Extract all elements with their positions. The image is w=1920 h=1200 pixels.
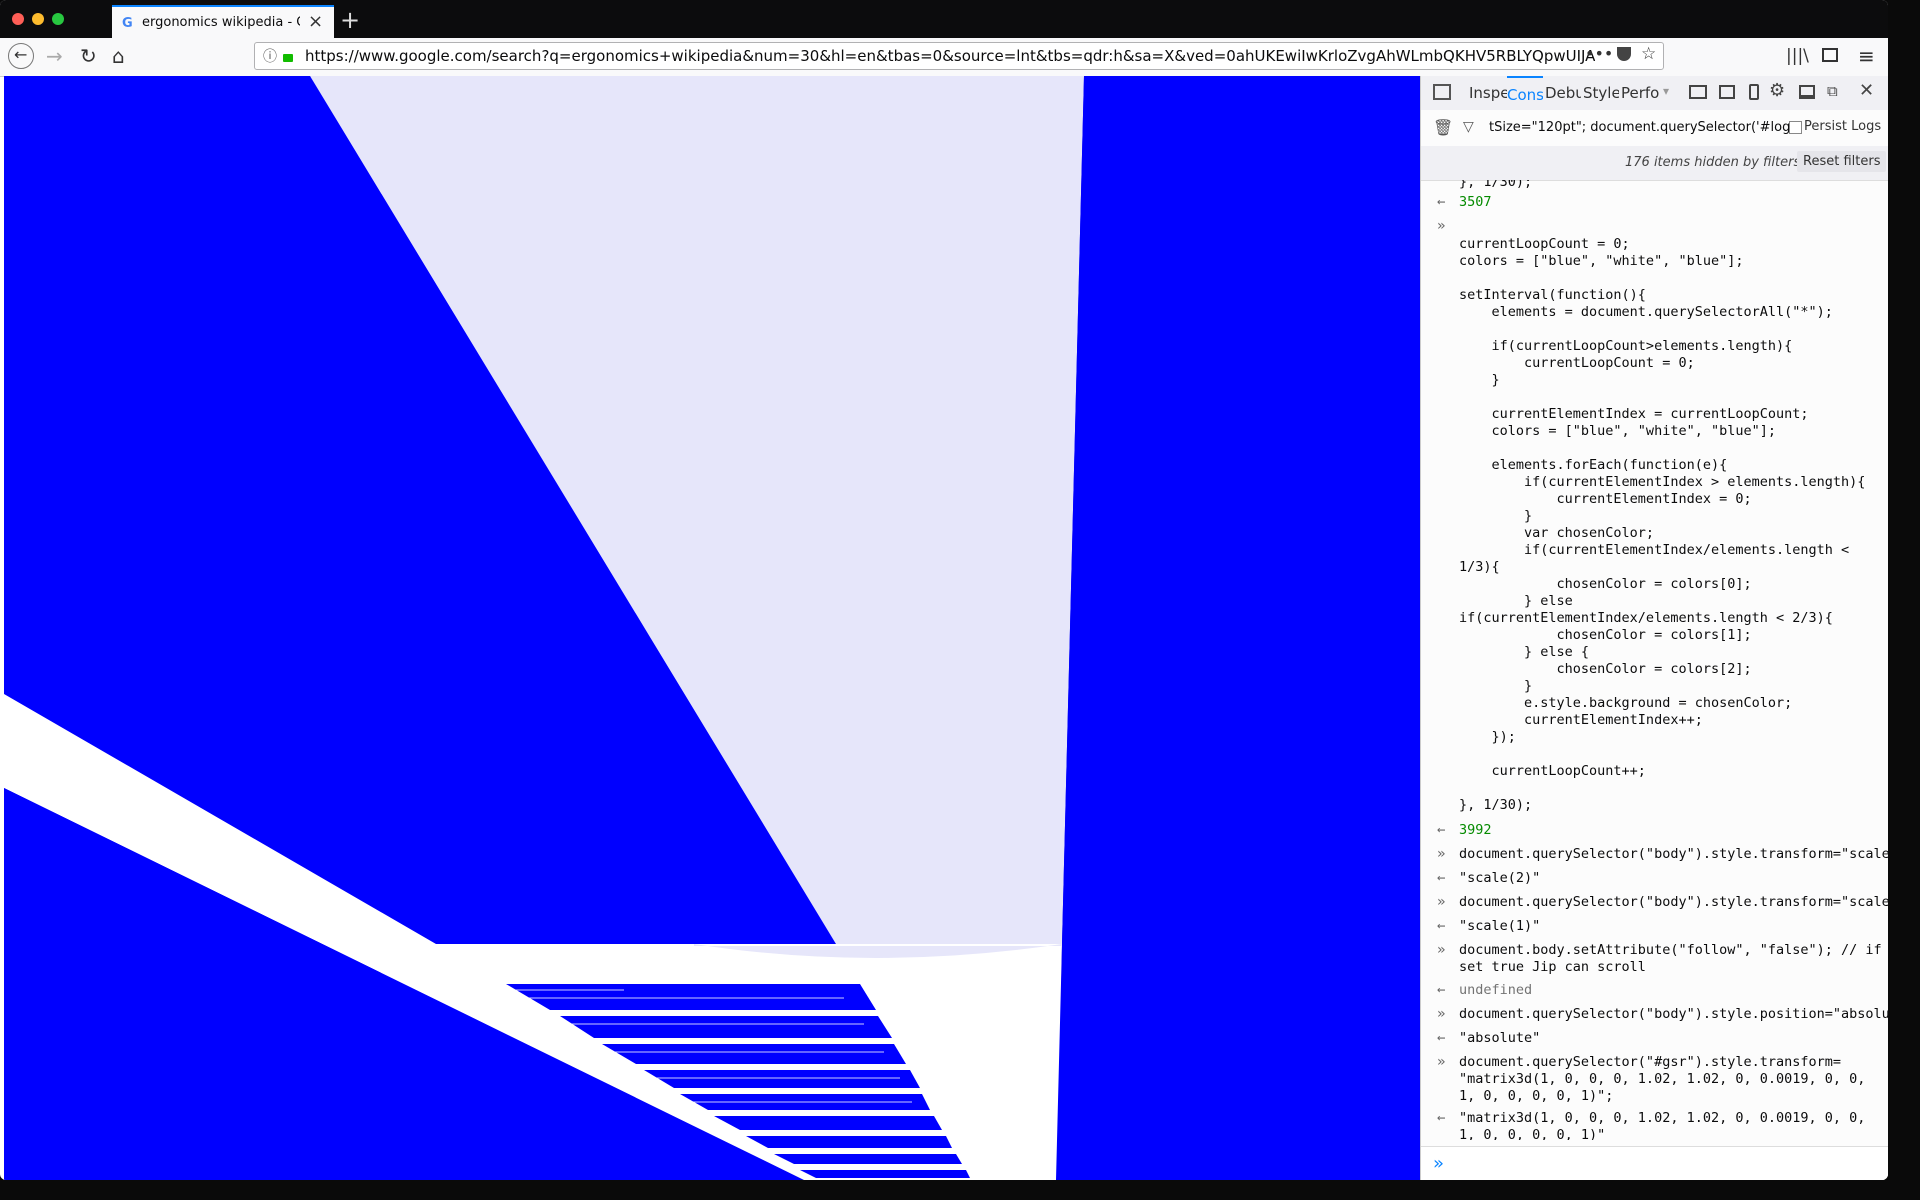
page-content [4,76,1420,1180]
bookmark-star-icon[interactable]: ☆ [1641,44,1656,64]
console-text: document.querySelector("body").style.pos… [1459,1006,1888,1022]
devtools-toolbar: Inspe Cons Debu Style Perfo ▾ ⚙ ⧉ ✕ [1421,76,1888,111]
right-blue-column [1056,76,1420,1180]
url-bar[interactable]: ⓘ https://www.google.com/search?q=ergono… [254,42,1664,70]
browser-window: G ergonomics wikipedia - Google × + ← → … [0,0,1888,1180]
google-favicon-icon: G [122,16,133,31]
tab-strip: G ergonomics wikipedia - Google × + [0,0,1888,38]
result-arrow-icon: ← [1437,1030,1446,1046]
persist-logs-label: Persist Logs [1804,119,1882,134]
url-text[interactable]: https://www.google.com/search?q=ergonomi… [305,47,1595,65]
tabs-overflow-chevron-icon[interactable]: ▾ [1663,84,1669,98]
clear-console-trash-icon[interactable]: 🗑 [1433,118,1453,137]
input-chevron-icon: » [1437,942,1446,958]
tab-performance[interactable]: Perfo [1621,84,1659,102]
tab-debugger[interactable]: Debu [1545,84,1581,102]
input-chevron-icon: » [1437,846,1446,862]
home-icon[interactable]: ⌂ [112,44,125,68]
console-text: document.querySelector("#gsr").style.tra… [1459,1054,1866,1104]
tab-style-editor[interactable]: Style [1583,84,1619,102]
back-icon: ← [14,45,28,64]
sidebar-icon[interactable] [1822,48,1838,62]
lock-icon [283,54,293,62]
tab-console[interactable]: Cons [1507,76,1543,104]
hidden-items-bar: 176 items hidden by filters Reset filter… [1421,146,1888,181]
minimize-window-icon[interactable] [32,13,44,25]
console-code-block: currentLoopCount = 0; colors = ["blue", … [1459,236,1866,813]
navigation-toolbar: ← → ↻ ⌂ ⓘ https://www.google.com/search?… [0,38,1888,77]
console-text: document.querySelector("body").style.tra… [1459,846,1888,862]
console-text: "scale(1)" [1459,918,1541,934]
menu-icon[interactable]: ≡ [1858,44,1875,68]
result-arrow-icon: ← [1437,982,1446,998]
new-tab-icon[interactable]: + [340,6,360,34]
desktop-background [0,1180,1920,1200]
close-window-icon[interactable] [12,13,24,25]
persist-logs-checkbox[interactable] [1789,121,1802,134]
console-output: }, 1/30); ← 3507 » currentLoopCount = 0;… [1421,180,1888,1140]
close-tab-icon[interactable]: × [308,11,323,32]
input-chevron-icon: » [1437,218,1446,234]
input-chevron-icon: » [1437,894,1446,910]
frame-select-icon[interactable] [1719,85,1735,99]
tab-google-search[interactable]: G ergonomics wikipedia - Google × [112,5,334,38]
zoom-window-icon[interactable] [52,13,64,25]
prompt-chevron-icon: » [1433,1153,1445,1174]
dock-bottom-icon[interactable] [1799,85,1815,99]
reset-filters-button[interactable]: Reset filters [1797,151,1887,172]
console-text: "absolute" [1459,1030,1541,1046]
tab-title: ergonomics wikipedia - Google [142,15,300,30]
input-chevron-icon: » [1437,1006,1446,1022]
result-arrow-icon: ← [1437,918,1446,934]
result-arrow-icon: ← [1437,822,1446,838]
console-text: "scale(2)" [1459,870,1541,886]
close-devtools-icon[interactable]: ✕ [1859,80,1874,101]
library-icon[interactable]: |||\ [1786,46,1809,66]
result-arrow-icon: ← [1437,194,1446,210]
reload-icon[interactable]: ↻ [80,44,97,68]
devtools-panel: Inspe Cons Debu Style Perfo ▾ ⚙ ⧉ ✕ 🗑 ▽ … [1420,76,1888,1180]
layout-icon[interactable] [1689,85,1707,99]
forward-icon[interactable]: → [46,44,63,68]
separate-window-icon[interactable]: ⧉ [1827,82,1838,100]
console-text: 3507 [1459,194,1492,210]
input-chevron-icon: » [1437,1054,1446,1070]
responsive-design-icon[interactable] [1749,84,1759,100]
back-button[interactable]: ← [8,43,34,69]
result-arrow-icon: ← [1437,870,1446,886]
console-text: document.body.setAttribute("follow", "fa… [1459,942,1882,975]
console-text: 3992 [1459,822,1492,838]
console-text: undefined [1459,982,1533,998]
pocket-icon[interactable] [1617,47,1631,61]
settings-gear-icon[interactable]: ⚙ [1769,80,1785,101]
console-text: }, 1/30); [1459,180,1533,190]
result-arrow-icon: ← [1437,1110,1446,1126]
element-picker-icon[interactable] [1433,84,1451,100]
console-filter-bar: 🗑 ▽ tSize="120pt"; document.querySelecto… [1421,110,1888,147]
background-window-edge [1888,0,1920,1200]
more-icon[interactable]: ••• [1585,44,1613,63]
filter-funnel-icon: ▽ [1463,119,1474,135]
hidden-items-count: 176 items hidden by filters [1625,155,1801,170]
console-input-line[interactable]: » [1421,1146,1888,1180]
console-text: "matrix3d(1, 0, 0, 0, 1.02, 1.02, 0, 0.0… [1459,1110,1866,1140]
distorted-page-render [4,76,1420,1180]
info-icon[interactable]: ⓘ [263,46,277,66]
tab-inspector[interactable]: Inspe [1469,84,1507,102]
filter-input[interactable]: tSize="120pt"; document.querySelector('#… [1489,120,1801,135]
console-text: document.querySelector("body").style.tra… [1459,894,1888,910]
